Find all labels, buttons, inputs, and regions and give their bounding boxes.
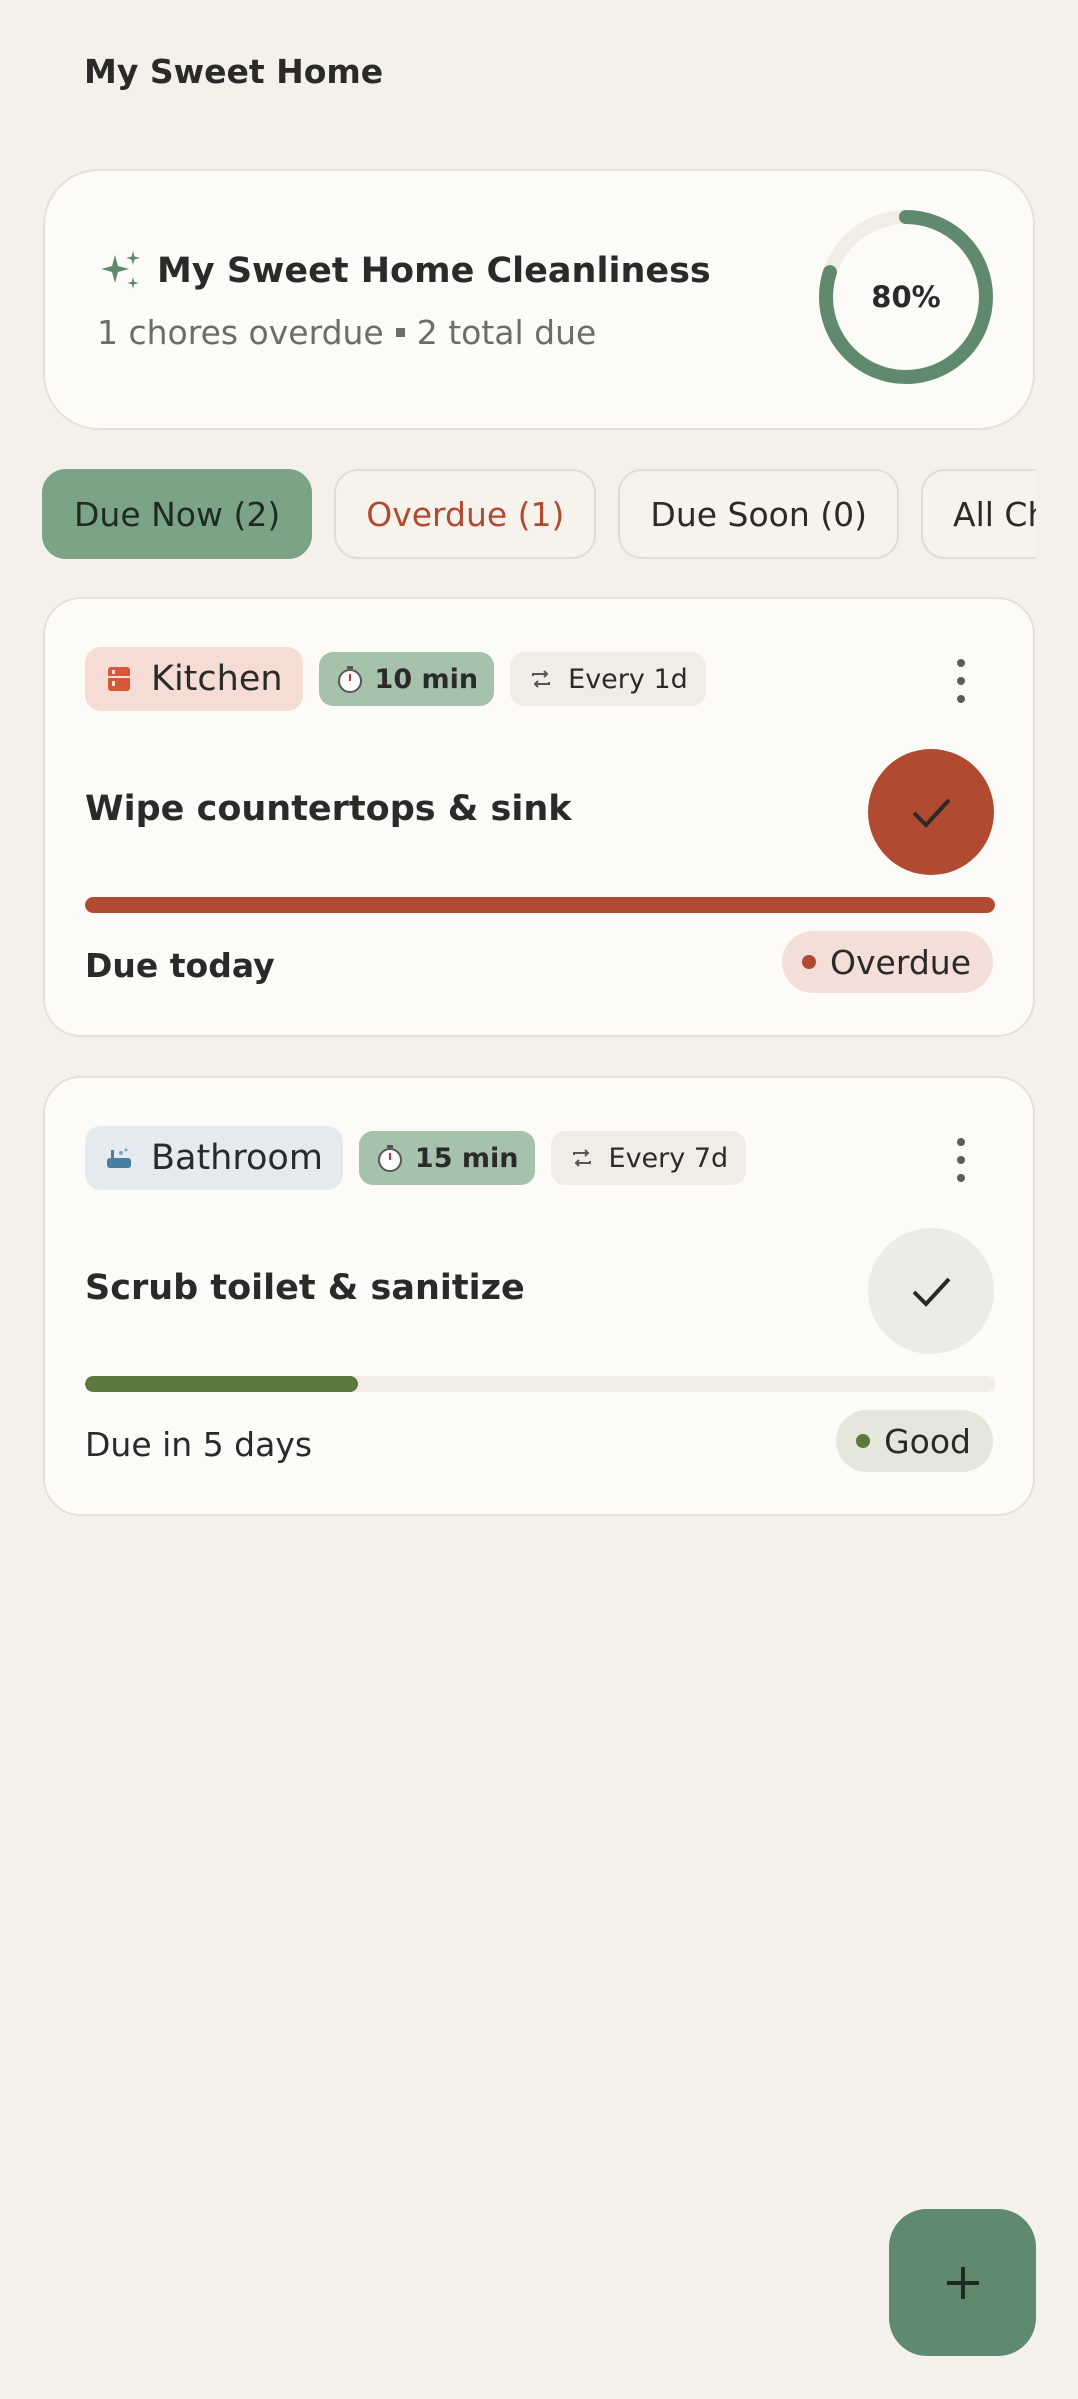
chore-progress-fill <box>85 1376 358 1392</box>
duration-label: 15 min <box>414 1142 519 1174</box>
more-options-icon[interactable] <box>949 1138 973 1182</box>
chore-progress-fill <box>85 897 995 913</box>
cleanliness-summary-card: My Sweet Home Cleanliness 1 chores overd… <box>43 169 1035 430</box>
summary-title: My Sweet Home Cleanliness <box>157 251 711 291</box>
chore-card[interactable]: Kitchen 10 min Every 1d Wipe countertops… <box>43 597 1035 1037</box>
duration-label: 10 min <box>374 663 479 695</box>
complete-chore-button[interactable] <box>868 1228 994 1354</box>
due-text: Due in 5 days <box>85 1425 313 1464</box>
overdue-count: 1 chores overdue <box>97 313 384 352</box>
frequency-chip: Every 7d <box>550 1131 747 1185</box>
status-label: Overdue <box>830 942 971 982</box>
check-icon <box>912 798 951 828</box>
chore-name: Wipe countertops & sink <box>85 789 572 829</box>
tab-due-now[interactable]: Due Now (2) <box>42 469 313 559</box>
add-chore-button[interactable] <box>889 2209 1036 2356</box>
timer-icon <box>377 1145 402 1172</box>
summary-subtitle: 1 chores overdue 2 total due <box>97 313 596 352</box>
app-title: My Sweet Home <box>84 52 384 91</box>
sparkle-icon <box>101 251 140 289</box>
status-dot <box>802 955 817 969</box>
room-label: Kitchen <box>151 659 283 699</box>
tab-all-chores[interactable]: All Chores <box>921 469 1036 559</box>
filter-tabs: Due Now (2) Overdue (1) Due Soon (0) All… <box>42 469 1036 559</box>
repeat-icon <box>532 670 551 688</box>
status-dot <box>856 1434 871 1448</box>
duration-chip: 10 min <box>318 652 495 706</box>
room-chip-kitchen: Kitchen <box>85 647 303 711</box>
bathtub-icon <box>107 1148 131 1168</box>
tab-due-soon[interactable]: Due Soon (0) <box>618 469 900 559</box>
frequency-chip: Every 1d <box>510 652 706 706</box>
room-label: Bathroom <box>151 1138 323 1178</box>
tab-overdue[interactable]: Overdue (1) <box>334 469 597 559</box>
status-badge: Overdue <box>782 931 993 993</box>
chore-progress-bar <box>85 1376 995 1392</box>
check-icon <box>912 1277 951 1307</box>
chore-name: Scrub toilet & sanitize <box>85 1268 525 1308</box>
due-text: Due today <box>85 946 275 985</box>
plus-icon <box>946 2266 979 2299</box>
timer-icon <box>337 666 362 693</box>
repeat-icon <box>572 1149 591 1167</box>
frequency-label: Every 1d <box>568 663 688 695</box>
duration-chip: 15 min <box>358 1131 535 1185</box>
kitchen-icon <box>108 667 130 691</box>
complete-chore-button[interactable] <box>868 749 994 875</box>
cleanliness-percent: 80% <box>871 280 941 314</box>
status-badge: Good <box>836 1410 993 1472</box>
frequency-label: Every 7d <box>608 1142 729 1174</box>
separator-dot <box>395 328 405 337</box>
chore-progress-bar <box>85 897 995 913</box>
status-label: Good <box>884 1421 971 1461</box>
chore-card[interactable]: Bathroom 15 min Every 7d Scrub toilet & … <box>43 1076 1035 1516</box>
more-options-icon[interactable] <box>949 659 973 703</box>
cleanliness-progress-ring: 80% <box>816 207 996 387</box>
total-due-count: 2 total due <box>416 313 597 352</box>
room-chip-bathroom: Bathroom <box>85 1126 343 1190</box>
